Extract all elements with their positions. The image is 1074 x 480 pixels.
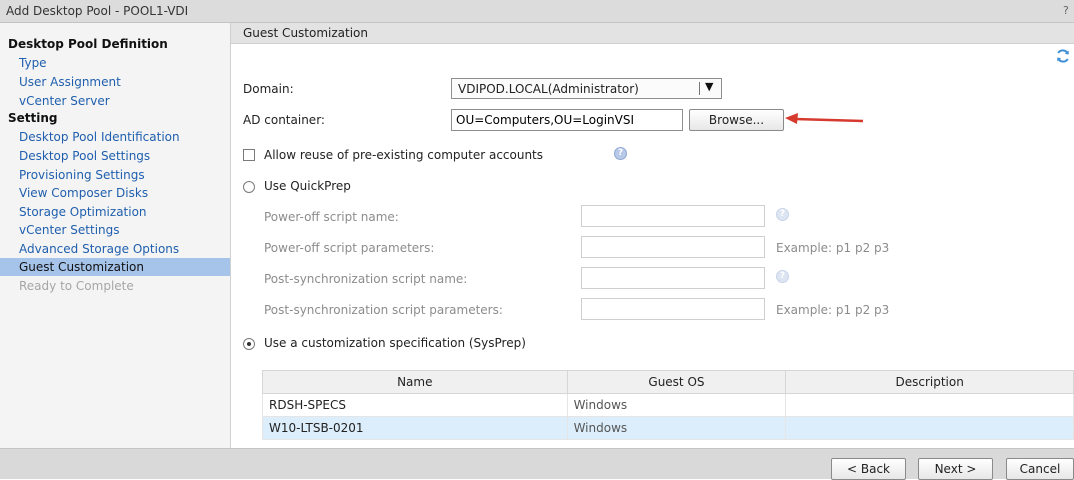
section-title: Guest Customization [243, 26, 369, 40]
sidebar-item-composer-disks[interactable]: View Composer Disks [0, 184, 230, 202]
sidebar-item-storage-optimization[interactable]: Storage Optimization [0, 203, 230, 221]
back-button[interactable]: < Back [831, 458, 906, 480]
column-header-guest-os[interactable]: Guest OS [566, 370, 787, 394]
poweroff-params-hint: Example: p1 p2 p3 [776, 241, 890, 255]
section-header: Guest Customization [231, 23, 1074, 44]
customization-spec-table: Name Guest OS Description RDSH-SPECS Win… [262, 370, 1074, 440]
help-icon[interactable]: ? [614, 147, 627, 160]
sidebar-item-provisioning-settings[interactable]: Provisioning Settings [0, 166, 230, 184]
wizard-footer: < Back Next > Cancel [0, 448, 1074, 480]
poweroff-params-label: Power-off script parameters: [264, 241, 435, 255]
next-button[interactable]: Next > [918, 458, 993, 480]
domain-dropdown[interactable]: VDIPOD.LOCAL(Administrator) ▼ [451, 78, 722, 99]
sidebar-header-setting: Setting [8, 111, 58, 125]
spec-os-cell: Windows [566, 393, 787, 417]
postsync-name-input[interactable] [581, 267, 765, 289]
quickprep-label: Use QuickPrep [264, 179, 351, 193]
sidebar-item-ready-to-complete: Ready to Complete [19, 279, 134, 293]
postsync-params-hint: Example: p1 p2 p3 [776, 303, 890, 317]
help-icon[interactable]: ? [1063, 4, 1069, 17]
sysprep-radio[interactable] [243, 338, 255, 350]
sidebar-item-vcenter-settings[interactable]: vCenter Settings [0, 221, 230, 239]
browse-button[interactable]: Browse... [689, 109, 784, 131]
annotation-arrow [785, 113, 864, 124]
sidebar-item-pool-identification[interactable]: Desktop Pool Identification [0, 128, 230, 146]
help-icon: ? [776, 270, 789, 283]
poweroff-name-label: Power-off script name: [264, 210, 399, 224]
sidebar-item-type[interactable]: Type [0, 54, 230, 72]
sidebar-item-guest-customization[interactable]: Guest Customization [0, 258, 230, 276]
ad-container-label: AD container: [243, 113, 325, 127]
domain-value: VDIPOD.LOCAL(Administrator) [458, 82, 639, 96]
refresh-icon[interactable] [1055, 48, 1071, 64]
chevron-down-icon: ▼ [705, 80, 714, 93]
window-titlebar: Add Desktop Pool - POOL1-VDI ? [0, 0, 1074, 23]
table-row[interactable]: RDSH-SPECS Windows [262, 393, 1074, 417]
sysprep-label: Use a customization specification (SysPr… [264, 336, 526, 350]
radio-dot [247, 342, 251, 346]
cancel-button[interactable]: Cancel [1006, 458, 1074, 480]
sidebar-item-vcenter-server[interactable]: vCenter Server [0, 92, 230, 110]
ad-container-input[interactable] [451, 109, 683, 131]
sidebar-item-pool-settings[interactable]: Desktop Pool Settings [0, 147, 230, 165]
postsync-name-label: Post-synchronization script name: [264, 272, 468, 286]
sidebar-item-advanced-storage[interactable]: Advanced Storage Options [0, 240, 230, 258]
sidebar-item-user-assignment[interactable]: User Assignment [0, 73, 230, 91]
wizard-sidebar: Desktop Pool Definition Type User Assign… [0, 23, 231, 448]
poweroff-params-input[interactable] [581, 236, 765, 258]
column-header-description[interactable]: Description [785, 370, 1074, 394]
table-header-row: Name Guest OS Description [262, 370, 1074, 394]
sidebar-header-definition: Desktop Pool Definition [8, 37, 168, 51]
postsync-params-label: Post-synchronization script parameters: [264, 303, 503, 317]
allow-reuse-checkbox[interactable] [243, 149, 255, 161]
postsync-params-input[interactable] [581, 298, 765, 320]
spec-name-cell: RDSH-SPECS [262, 393, 568, 417]
allow-reuse-label: Allow reuse of pre-existing computer acc… [264, 148, 544, 162]
window-title: Add Desktop Pool - POOL1-VDI [6, 4, 189, 18]
poweroff-name-input[interactable] [581, 205, 765, 227]
spec-name-cell: W10-LTSB-0201 [262, 416, 568, 440]
table-row[interactable]: W10-LTSB-0201 Windows [262, 416, 1074, 440]
dropdown-divider [699, 82, 700, 95]
domain-label: Domain: [243, 82, 294, 96]
column-header-name[interactable]: Name [262, 370, 568, 394]
help-icon: ? [776, 208, 789, 221]
spec-os-cell: Windows [566, 416, 787, 440]
spec-description-cell [785, 393, 1074, 417]
quickprep-radio[interactable] [243, 181, 255, 193]
spec-description-cell [785, 416, 1074, 440]
